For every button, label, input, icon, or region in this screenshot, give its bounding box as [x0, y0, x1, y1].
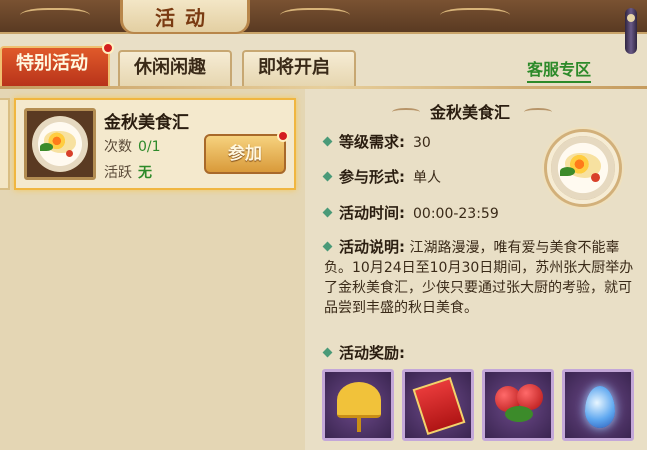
activeness-value: 无 — [138, 165, 152, 181]
title-ornament-left — [20, 8, 90, 26]
tab-upcoming[interactable]: 即将开启 — [242, 50, 356, 86]
mode-value: 单人 — [413, 170, 441, 186]
level-value: 30 — [413, 135, 431, 151]
alert-dot-icon — [277, 130, 289, 142]
detail-title: 金秋美食汇 — [430, 103, 511, 122]
alert-dot-icon — [102, 42, 114, 54]
count-label: 次数 — [104, 139, 132, 155]
flourish-left — [392, 108, 420, 116]
bullet-icon — [322, 207, 333, 218]
reward-red-berries[interactable] — [482, 369, 554, 441]
mode-label: 参与形式: — [339, 168, 405, 186]
activity-activeness: 活跃无 — [104, 162, 152, 182]
reward-blue-crystal[interactable] — [562, 369, 634, 441]
food-plate-icon — [24, 108, 96, 180]
time-value: 00:00-23:59 — [413, 206, 499, 222]
activity-description: 活动说明: 江湖路漫漫，唯有爱与美食不能辜负。10月24日至10月30日期间，苏… — [322, 237, 640, 318]
description-label: 活动说明: — [339, 238, 405, 256]
activeness-label: 活跃 — [104, 165, 132, 181]
reward-red-envelope[interactable] — [402, 369, 474, 441]
join-label: 参加 — [228, 144, 262, 164]
scroll-rod-icon[interactable] — [625, 8, 637, 54]
activity-card[interactable]: 金秋美食汇 次数 0/1 活跃无 参加 — [14, 98, 296, 190]
time-label: 活动时间: — [339, 204, 405, 222]
reward-ginkgo-leaf[interactable] — [322, 369, 394, 441]
count-value: 0/1 — [138, 139, 161, 155]
title-ornament-right — [280, 8, 350, 26]
activity-name: 金秋美食汇 — [104, 113, 189, 133]
rewards-label: 活动奖励: — [339, 344, 405, 362]
red-envelope-icon — [412, 376, 466, 436]
level-requirement-row: 等级需求: 30 — [322, 131, 431, 152]
tab-special-events[interactable]: 特别活动 — [0, 42, 114, 86]
tab-label: 特别活动 — [16, 53, 88, 74]
rewards-row: 活动奖励: — [322, 342, 405, 363]
tab-label: 休闲闲趣 — [134, 57, 206, 78]
flourish-right — [524, 108, 552, 116]
customer-service-link[interactable]: 客服专区 — [527, 56, 592, 83]
title-ornament-right-2 — [440, 8, 510, 26]
bullet-icon — [322, 136, 333, 147]
bullet-icon — [322, 347, 333, 358]
blue-crystal-icon — [585, 386, 615, 428]
ginkgo-leaf-icon — [337, 382, 381, 418]
level-label: 等级需求: — [339, 133, 405, 151]
window-title: 活动 — [155, 5, 215, 30]
participation-mode-row: 参与形式: 单人 — [322, 166, 441, 187]
title-plate: 活动 — [120, 0, 250, 34]
join-button[interactable]: 参加 — [204, 130, 289, 174]
activity-time-row: 活动时间: 00:00-23:59 — [322, 202, 499, 223]
tab-bar: 特别活动 休闲闲趣 即将开启 — [0, 42, 380, 86]
tab-label: 即将开启 — [258, 57, 330, 78]
activity-count: 次数 0/1 — [104, 136, 161, 156]
activity-detail-panel: 金秋美食汇 等级需求: 30 参与形式: 单人 活动时间: 00:00-23:59 活… — [312, 89, 647, 450]
list-edge — [0, 98, 10, 190]
bullet-icon — [322, 171, 333, 182]
detail-food-plate-icon — [544, 129, 622, 207]
bullet-icon — [322, 241, 333, 252]
tab-leisure[interactable]: 休闲闲趣 — [118, 50, 232, 86]
title-bar: 活动 — [0, 0, 647, 34]
